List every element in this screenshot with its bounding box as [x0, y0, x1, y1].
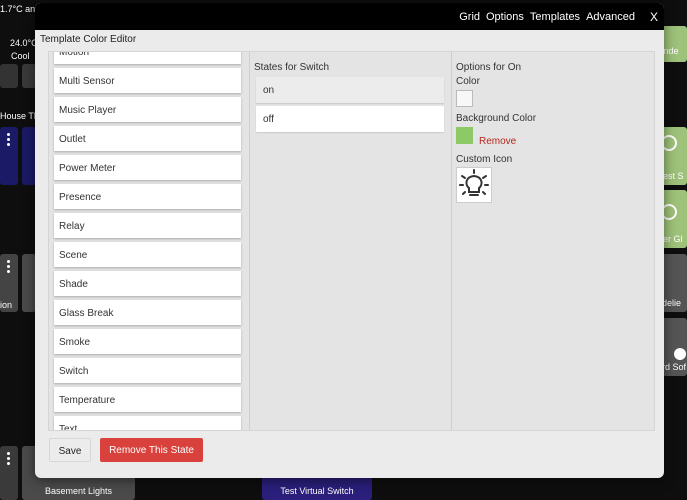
dimmer-slider-knob[interactable] — [674, 348, 686, 360]
options-title: Options for On — [456, 62, 522, 73]
device-type-item[interactable]: Glass Break — [54, 300, 241, 325]
background-color-label: Background Color — [456, 113, 537, 124]
color-label: Color — [456, 76, 480, 87]
column-divider — [451, 52, 452, 430]
device-type-item[interactable]: Multi Sensor — [54, 68, 241, 93]
device-type-item[interactable]: Outlet — [54, 126, 241, 151]
state-item-on[interactable]: on — [256, 77, 444, 103]
nav-grid[interactable]: Grid — [459, 11, 480, 23]
color-swatch[interactable] — [456, 90, 473, 107]
left-tile-label: ion — [0, 300, 13, 310]
thermostat-mode: Cool — [11, 51, 30, 61]
top-nav: Grid Options Templates Advanced — [459, 11, 635, 23]
background-color-swatch[interactable] — [456, 127, 473, 144]
device-type-item[interactable]: Relay — [54, 213, 241, 238]
lightbulb-icon — [459, 169, 489, 196]
close-button[interactable]: X — [650, 10, 658, 24]
thermostat-tile-2[interactable] — [22, 64, 36, 88]
remove-background-link[interactable]: Remove — [479, 136, 516, 147]
left-navy-tile[interactable] — [0, 127, 18, 185]
left-bottom-tile[interactable] — [0, 446, 18, 500]
thermostat-temperature: 24.0°C — [10, 38, 38, 48]
custom-icon-label: Custom Icon — [456, 154, 513, 165]
remove-state-button[interactable]: Remove This State — [100, 438, 203, 462]
state-item-off[interactable]: off — [256, 106, 444, 132]
column-divider — [249, 52, 250, 430]
device-type-item[interactable]: Smoke — [54, 329, 241, 354]
custom-icon-picker[interactable] — [456, 167, 492, 203]
device-type-item[interactable]: Power Meter — [54, 155, 241, 180]
left-navy-tile-2[interactable] — [22, 127, 36, 185]
nav-templates[interactable]: Templates — [530, 11, 580, 23]
save-button[interactable]: Save — [49, 438, 91, 462]
left-grey-tile-2[interactable] — [22, 254, 36, 312]
modal-title: Template Color Editor — [40, 34, 137, 45]
device-type-item[interactable]: Shade — [54, 271, 241, 296]
device-type-item[interactable]: Motion — [54, 52, 241, 64]
editor-panel: Motion Multi Sensor Music Player Outlet … — [48, 51, 655, 431]
device-type-list[interactable]: Motion Multi Sensor Music Player Outlet … — [49, 52, 249, 430]
device-type-item[interactable]: Presence — [54, 184, 241, 209]
device-type-item[interactable]: Scene — [54, 242, 241, 267]
template-color-editor-modal: Grid Options Templates Advanced X Templa… — [35, 3, 664, 478]
device-type-item-switch[interactable]: Switch — [54, 358, 241, 383]
device-type-item[interactable]: Temperature — [54, 387, 241, 412]
states-title: States for Switch — [254, 62, 330, 73]
thermostat-tile[interactable] — [0, 64, 18, 88]
device-type-item[interactable]: Text — [54, 416, 241, 430]
modal-top-bar: Grid Options Templates Advanced X — [35, 3, 664, 30]
device-type-item[interactable]: Music Player — [54, 97, 241, 122]
nav-options[interactable]: Options — [486, 11, 524, 23]
nav-advanced[interactable]: Advanced — [586, 11, 635, 23]
